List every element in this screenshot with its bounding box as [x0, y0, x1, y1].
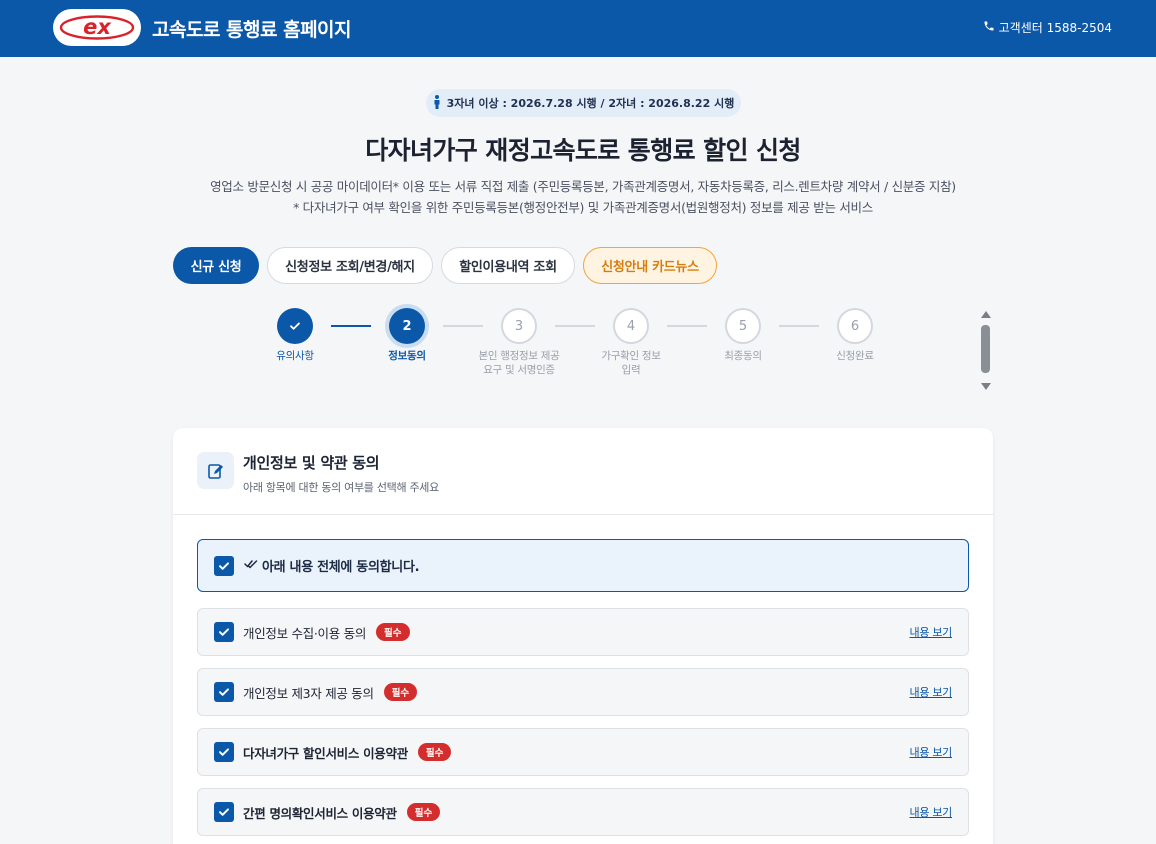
agree-all-label: 아래 내용 전체에 동의합니다. — [262, 560, 420, 575]
view-content-link[interactable]: 내용 보기 — [910, 684, 953, 700]
required-badge: 필수 — [383, 683, 418, 701]
step-2-label: 정보동의 — [388, 350, 426, 362]
consent-item-service-terms[interactable]: 다자녀가구 할인서비스 이용약관 필수 내용 보기 — [197, 728, 969, 776]
tab-new-application[interactable]: 신규 신청 — [173, 247, 259, 284]
consent-subtitle: 아래 항목에 대한 동의 여부를 선택해 주세요 — [243, 481, 439, 494]
tab-discount-usage[interactable]: 할인이용내역 조회 — [441, 247, 575, 284]
agree-all-box[interactable]: 아래 내용 전체에 동의합니다. — [197, 539, 969, 592]
tab-lookup-change-cancel[interactable]: 신청정보 조회/변경/해지 — [267, 247, 433, 284]
step-6-label: 신청완료 — [836, 350, 874, 362]
consent-item-label: 간편 명의확인서비스 이용약관 — [243, 805, 397, 821]
ex-logo[interactable]: ex — [53, 9, 141, 46]
consent-item-third-party[interactable]: 개인정보 제3자 제공 동의 필수 내용 보기 — [197, 668, 969, 716]
step-connector — [443, 325, 483, 327]
view-content-link[interactable]: 내용 보기 — [910, 624, 953, 640]
scroll-thumb[interactable] — [981, 325, 990, 373]
step-4-label: 가구확인 정보입력 — [601, 350, 661, 376]
site-title[interactable]: 고속도로 통행료 홈페이지 — [152, 15, 352, 42]
enforcement-date-text: 3자녀 이상 : 2026.7.28 시행 / 2자녀 : 2026.8.22 … — [446, 97, 735, 110]
checkbox-third-party[interactable] — [214, 682, 234, 702]
checkbox-name-verify[interactable] — [214, 802, 234, 822]
step-5-label: 최종동의 — [724, 350, 762, 362]
step-1-check-icon — [277, 308, 313, 344]
page-title: 다자녀가구 재정고속도로 통행료 할인 신청 — [365, 136, 801, 165]
customer-center-text: 고객센터 1588-2504 — [998, 21, 1112, 35]
stepper-scrollbar[interactable] — [980, 311, 991, 390]
enforcement-date-pill: 3자녀 이상 : 2026.7.28 시행 / 2자녀 : 2026.8.22 … — [426, 89, 741, 117]
step-1-label: 유의사항 — [276, 350, 314, 362]
consent-title: 개인정보 및 약관 동의 — [243, 454, 380, 472]
step-5-circle: 5 — [725, 308, 761, 344]
consent-card: 개인정보 및 약관 동의 아래 항목에 대한 동의 여부를 선택해 주세요 아래… — [173, 428, 993, 844]
step-3-label: 본인 행정정보 제공 요구 및 서명인증 — [478, 350, 560, 376]
consent-item-label: 다자녀가구 할인서비스 이용약관 — [243, 745, 408, 761]
checkbox-service-terms[interactable] — [214, 742, 234, 762]
agree-all-label-wrap: 아래 내용 전체에 동의합니다. — [244, 556, 420, 575]
edit-document-icon — [197, 452, 234, 489]
consent-item-name-verify[interactable]: 간편 명의확인서비스 이용약관 필수 내용 보기 — [197, 788, 969, 836]
svg-text:ex: ex — [83, 15, 112, 39]
customer-center[interactable]: 고객센터 1588-2504 — [983, 19, 1112, 36]
view-content-link[interactable]: 내용 보기 — [910, 804, 953, 820]
step-connector — [779, 325, 819, 327]
step-connector — [667, 325, 707, 327]
step-connector — [331, 325, 371, 327]
step-2-circle: 2 — [389, 308, 425, 344]
required-badge: 필수 — [406, 803, 441, 821]
double-check-icon — [244, 558, 258, 574]
phone-icon — [983, 20, 995, 35]
agree-all-checkbox[interactable] — [214, 555, 234, 576]
required-badge: 필수 — [376, 623, 410, 641]
view-content-link[interactable]: 내용 보기 — [910, 744, 953, 760]
step-3-circle: 3 — [501, 308, 537, 344]
person-icon — [433, 94, 441, 112]
tab-card-news[interactable]: 신청안내 카드뉴스 — [583, 247, 717, 284]
scroll-down-arrow-icon[interactable] — [981, 383, 991, 390]
checkbox-privacy-collect[interactable] — [214, 622, 234, 642]
required-badge: 필수 — [417, 743, 452, 761]
consent-item-label: 개인정보 수집·이용 동의 — [243, 625, 367, 641]
consent-item-privacy-collect[interactable]: 개인정보 수집·이용 동의 필수 내용 보기 — [197, 608, 969, 656]
step-6-circle: 6 — [837, 308, 873, 344]
step-4-circle: 4 — [613, 308, 649, 344]
top-header: ex 고속도로 통행료 홈페이지 고객센터 1588-2504 — [0, 0, 1156, 57]
consent-item-label: 개인정보 제3자 제공 동의 — [243, 685, 374, 701]
scroll-up-arrow-icon[interactable] — [981, 311, 991, 318]
divider — [173, 514, 993, 515]
step-connector — [555, 325, 595, 327]
page-description-1: 영업소 방문신청 시 공공 마이데이터* 이용 또는 서류 직접 제출 (주민등… — [210, 179, 956, 194]
page-description-2: * 다자녀가구 여부 확인을 위한 주민등록등본(행정안전부) 및 가족관계증명… — [293, 200, 873, 215]
